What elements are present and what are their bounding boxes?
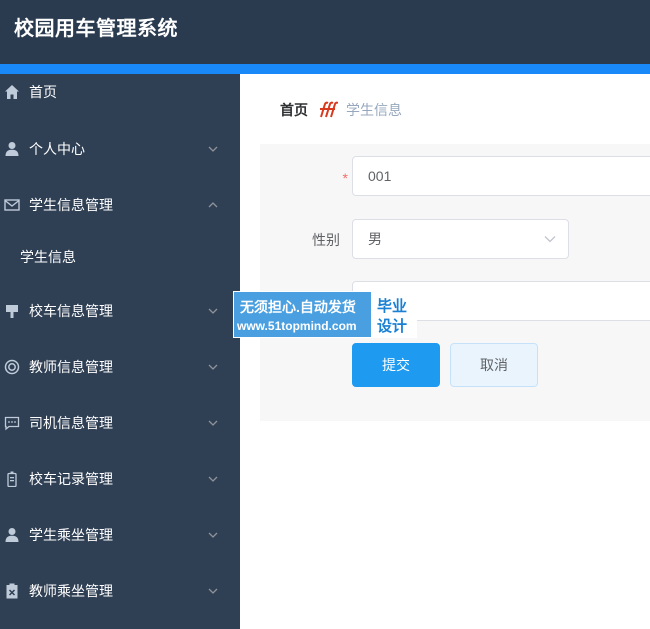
watermark-badge-line2: 设计 — [377, 318, 408, 335]
watermark-line1: 无须担心.自动发货 — [240, 299, 356, 315]
sidebar-item-label: 教师信息管理 — [29, 359, 113, 375]
chevron-down-icon — [208, 308, 218, 314]
sidebar-item-student-info-management[interactable]: 学生信息管理 — [0, 185, 240, 225]
sidebar: 首页 个人中心 学生信息管理 学生信息 校车信息管理 教师信息管理 司机信息管理… — [0, 74, 240, 629]
sidebar-item-label: 司机信息管理 — [29, 415, 113, 431]
student-form: *学号 001 性别 男 提交 取消 — [260, 144, 650, 421]
clipboard-icon — [6, 583, 18, 599]
gender-label: 性别 — [312, 232, 340, 248]
watermark-text-panel: 无须担心.自动发货 www.51topmind.com — [234, 292, 368, 337]
sidebar-item-bus-info-management[interactable]: 校车信息管理 — [0, 291, 240, 331]
chevron-down-icon — [208, 476, 218, 482]
watermark-badge-line1: 毕业 — [377, 298, 408, 315]
breadcrumb-current: 学生信息 — [346, 102, 402, 118]
breadcrumb: 首页 学生信息 — [280, 100, 402, 120]
fff-logo-icon — [320, 101, 338, 118]
sidebar-item-home[interactable]: 首页 — [0, 72, 240, 112]
user-icon — [5, 142, 19, 156]
lifebuoy-icon — [4, 359, 20, 375]
sidebar-item-bus-record-management[interactable]: 校车记录管理 — [0, 459, 240, 499]
cancel-button[interactable]: 取消 — [450, 343, 538, 387]
user-icon — [5, 528, 19, 542]
battery-icon — [7, 471, 17, 487]
chevron-up-icon — [208, 202, 218, 208]
submit-button[interactable]: 提交 — [352, 343, 440, 387]
sidebar-item-personal-center[interactable]: 个人中心 — [0, 129, 240, 169]
chevron-down-icon — [208, 532, 218, 538]
sidebar-item-label: 校车信息管理 — [29, 303, 113, 319]
home-icon — [5, 85, 19, 99]
sidebar-item-teacher-info-management[interactable]: 教师信息管理 — [0, 347, 240, 387]
sidebar-item-driver-info-management[interactable]: 司机信息管理 — [0, 403, 240, 443]
app-title: 校园用车管理系统 — [14, 18, 178, 40]
sidebar-item-teacher-ride-management[interactable]: 教师乘坐管理 — [0, 571, 240, 611]
gender-select[interactable]: 男 — [352, 219, 569, 259]
sidebar-item-label: 校车记录管理 — [29, 471, 113, 487]
sidebar-subitem-student-info[interactable]: 学生信息 — [0, 237, 240, 277]
chevron-down-icon — [208, 146, 218, 152]
main-content: 首页 学生信息 *学号 001 性别 男 提交 取消 — [240, 74, 650, 629]
sidebar-item-label: 首页 — [29, 84, 57, 100]
watermark-badge-box: 毕业 设计 — [370, 292, 416, 337]
watermark-badge: 无须担心.自动发货 www.51topmind.com 毕业 设计 — [233, 291, 417, 338]
mail-icon — [4, 199, 20, 211]
top-header: 校园用车管理系统 — [0, 0, 650, 64]
sidebar-item-label: 教师乘坐管理 — [29, 583, 113, 599]
chevron-down-icon — [208, 364, 218, 370]
sidebar-item-student-ride-management[interactable]: 学生乘坐管理 — [0, 515, 240, 555]
sidebar-item-label: 学生信息管理 — [29, 197, 113, 213]
breadcrumb-home[interactable]: 首页 — [280, 100, 308, 120]
chevron-down-icon — [544, 236, 556, 243]
chevron-down-icon — [208, 420, 218, 426]
sidebar-item-label: 学生乘坐管理 — [29, 527, 113, 543]
stamp-icon — [6, 305, 18, 318]
chat-icon — [4, 416, 20, 431]
student-id-input[interactable]: 001 — [352, 156, 650, 196]
chevron-down-icon — [208, 588, 218, 594]
sidebar-item-label: 个人中心 — [29, 141, 85, 157]
required-star: * — [342, 170, 348, 186]
sidebar-subitem-label: 学生信息 — [20, 249, 76, 265]
watermark-url: www.51topmind.com — [237, 319, 357, 333]
